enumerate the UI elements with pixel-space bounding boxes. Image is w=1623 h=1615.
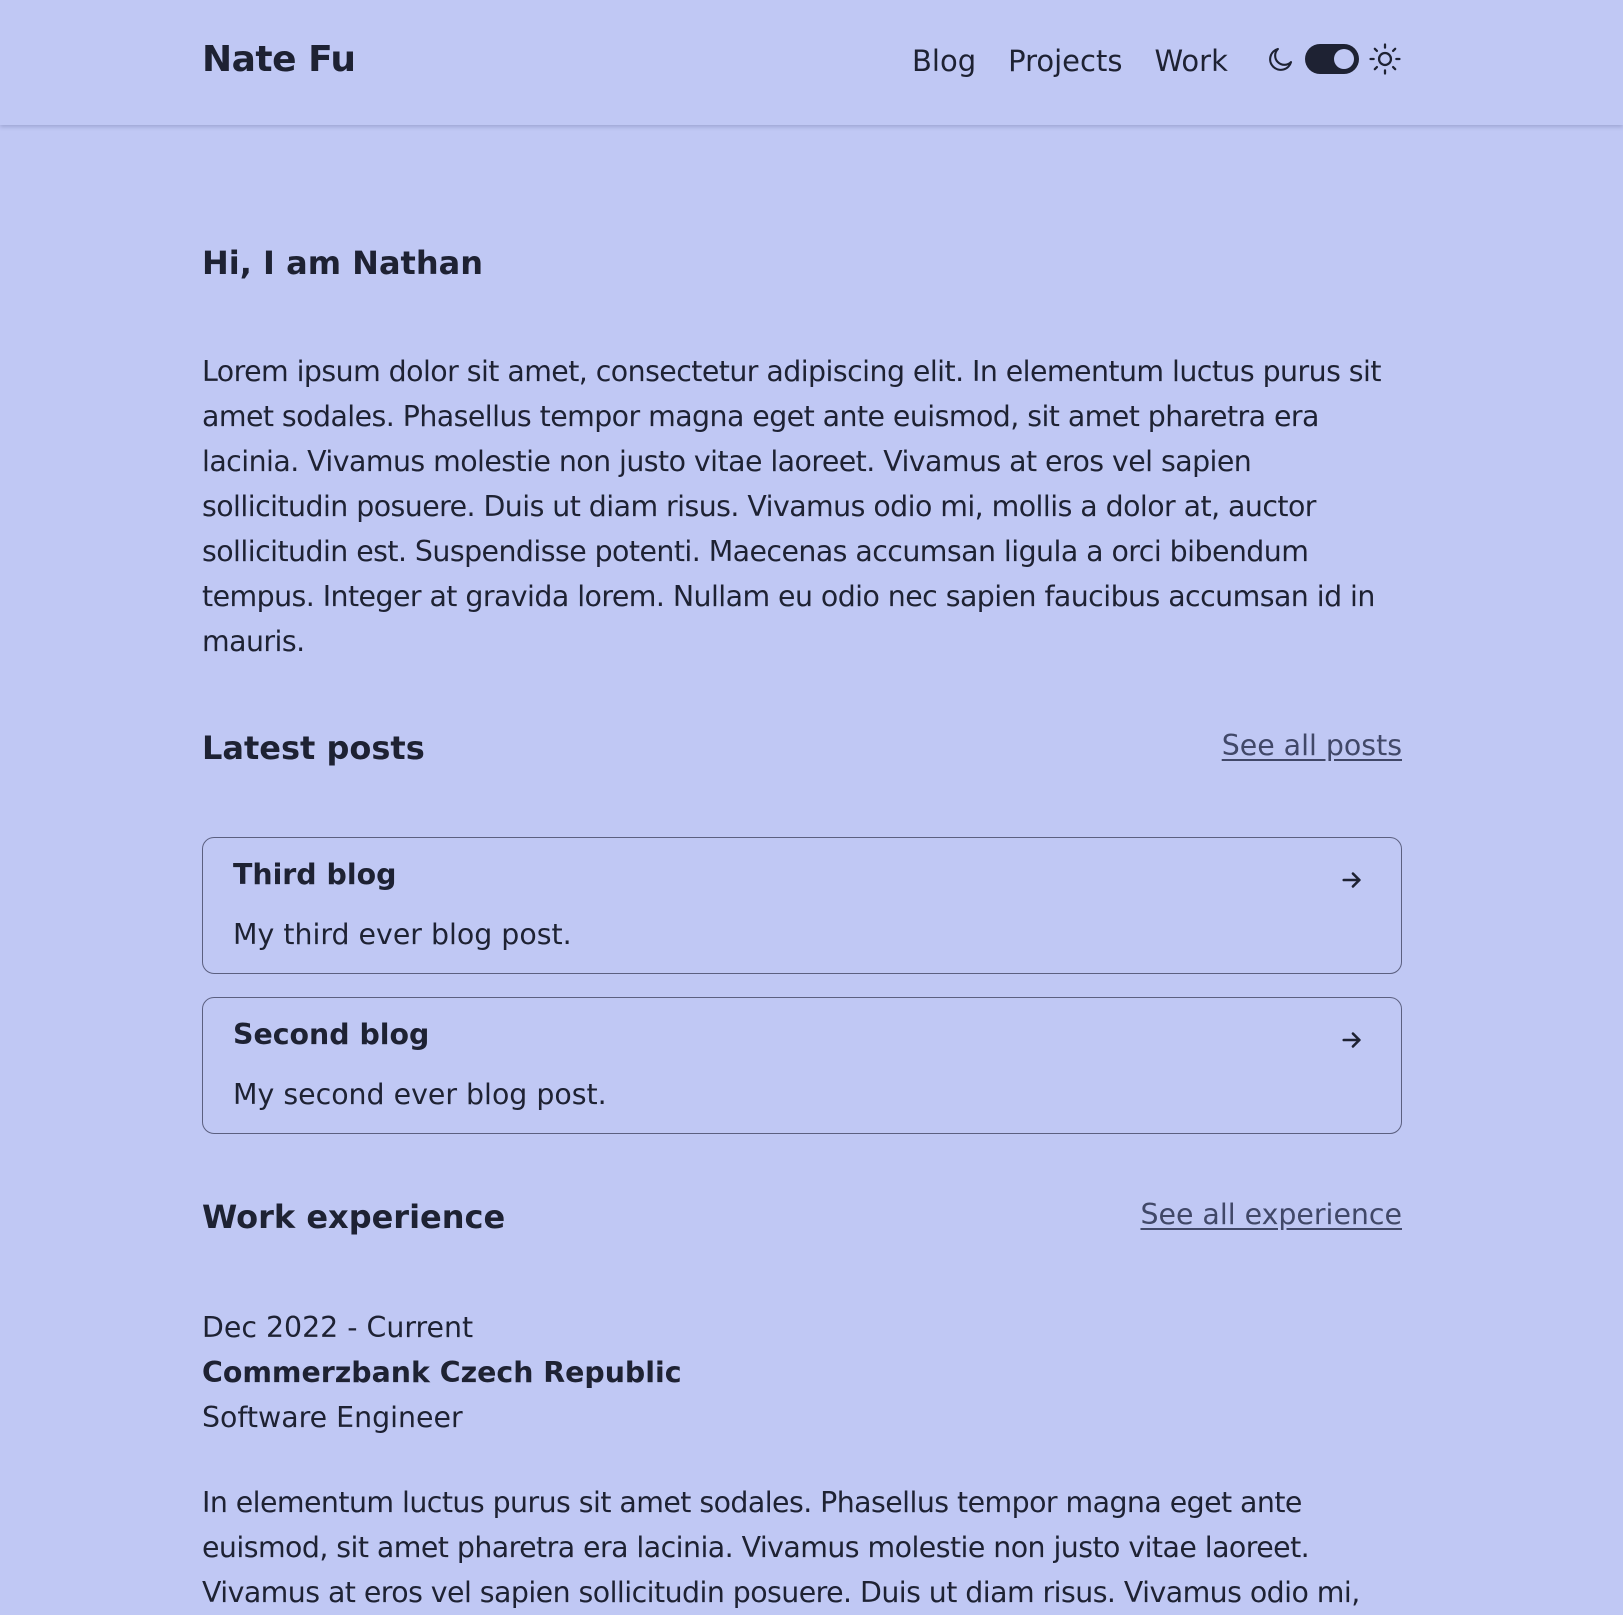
work-experience-heading: Work experience [202, 1198, 506, 1236]
theme-toggle[interactable] [1266, 42, 1402, 76]
post-description: My third ever blog post. [233, 918, 572, 951]
nav-link-work[interactable]: Work [1154, 42, 1227, 80]
arrow-right-icon [1342, 1032, 1361, 1048]
greeting-heading: Hi, I am Nathan [202, 244, 483, 282]
post-title: Second blog [233, 1018, 430, 1051]
intro-paragraph: Lorem ipsum dolor sit amet, consectetur … [202, 355, 1382, 658]
site-header: Nate Fu Blog Projects Work [0, 0, 1623, 125]
arrow-right-icon [1342, 872, 1361, 888]
see-all-posts-link[interactable]: See all posts [1222, 728, 1402, 764]
post-description: My second ever blog post. [233, 1078, 607, 1111]
nav-link-blog[interactable]: Blog [912, 42, 976, 80]
main-nav: Blog Projects Work [912, 42, 1228, 80]
nav-link-projects[interactable]: Projects [1008, 42, 1122, 80]
sun-icon [1369, 43, 1401, 75]
post-title: Third blog [233, 858, 397, 891]
job-company: Commerzbank Czech Republic [202, 1356, 682, 1389]
job-description: In elementum luctus purus sit amet sodal… [202, 1486, 1360, 1609]
site-brand[interactable]: Nate Fu [202, 38, 356, 82]
job-role: Software Engineer [202, 1401, 463, 1434]
post-card[interactable]: Second blog My second ever blog post. [202, 997, 1402, 1134]
moon-icon [1269, 47, 1293, 71]
job-dates: Dec 2022 - Current [202, 1311, 474, 1344]
toggle-knob [1334, 49, 1354, 69]
see-all-experience-link[interactable]: See all experience [1140, 1197, 1402, 1233]
post-card[interactable]: Third blog My third ever blog post. [202, 837, 1402, 974]
latest-posts-heading: Latest posts [202, 729, 425, 767]
toggle-switch[interactable] [1305, 44, 1359, 74]
